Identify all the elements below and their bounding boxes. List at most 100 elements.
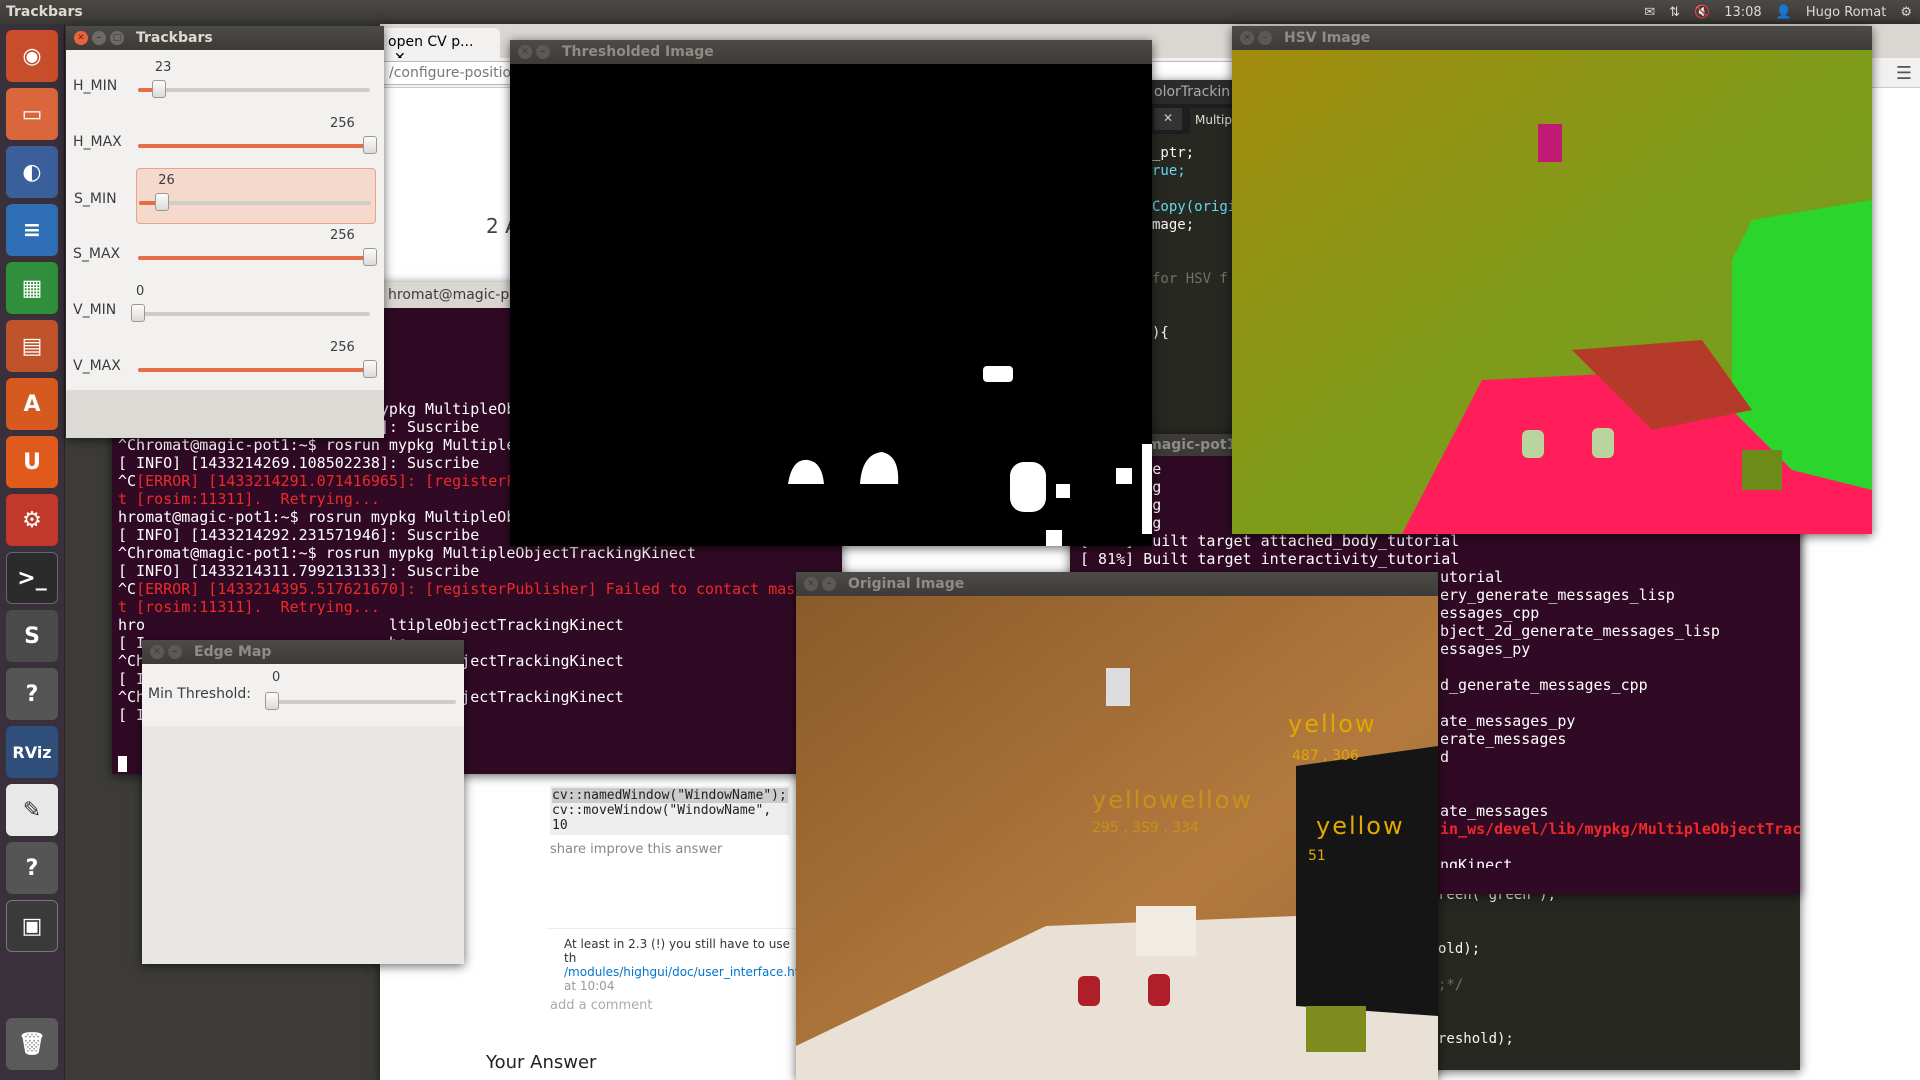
calc-icon[interactable]: ▦ (6, 262, 58, 314)
impress-icon[interactable]: ▤ (6, 320, 58, 372)
browser-tab[interactable]: open CV p... ✕ (380, 28, 500, 66)
window-close-icon[interactable]: ✕ (74, 31, 88, 45)
window-minimize-icon[interactable]: – (92, 31, 106, 45)
unknown-app-icon[interactable]: ? (6, 668, 58, 720)
terminal-icon[interactable]: >_ (6, 552, 58, 604)
system-gear-icon[interactable]: ⚙ (1900, 5, 1912, 20)
slider-h_max[interactable] (138, 136, 377, 154)
slider-s_min[interactable] (139, 193, 371, 211)
detection-label: yellowellow (1092, 786, 1254, 814)
terminal-line: d_generate_messages_cpp (1440, 676, 1648, 694)
ubuntu-one-icon[interactable]: U (6, 436, 58, 488)
trackbars-titlebar[interactable]: ✕ – □ Trackbars (66, 26, 384, 50)
code-line-2: cv::moveWindow("WindowName", 10 (552, 803, 772, 833)
slider-knob[interactable] (363, 248, 377, 266)
original-window: ✕ – Original Image yellow 487 , 306 yellow… (796, 572, 1438, 1080)
rviz-icon[interactable]: RViz (6, 726, 58, 778)
terminal-line: ^Chromat@magic-pot1:~$ rosrun mypkg Mult… (118, 544, 696, 562)
terminal-line: ;*/ (1438, 977, 1464, 993)
original-titlebar[interactable]: ✕ – Original Image (796, 572, 1438, 596)
blob (1046, 530, 1062, 546)
slider-v_max[interactable] (138, 360, 377, 378)
thresholded-titlebar[interactable]: ✕ – Thresholded Image (510, 40, 1152, 64)
detection-label: 487 , 306 (1292, 748, 1359, 764)
settings-icon[interactable]: ⚙ (6, 494, 58, 546)
window-minimize-icon[interactable]: – (168, 645, 182, 659)
slider-knob[interactable] (131, 304, 145, 322)
terminal-line: hro ltipleObjectTrackingKinect (118, 616, 624, 634)
hsv-titlebar[interactable]: ✕ – HSV Image (1232, 26, 1872, 50)
terminal-line: ngKinect (1440, 856, 1513, 868)
firefox-icon[interactable]: ◐ (6, 146, 58, 198)
trackbars-sliders: H_MIN 23 H_MAX 256 S_MIN 26 S_MAX 256 V_MIN 0 V_MA… (66, 50, 384, 390)
slider-h_min[interactable] (138, 80, 370, 98)
menu-icon[interactable]: ☰ (1896, 63, 1912, 84)
volume-icon[interactable]: 🔇 (1694, 5, 1710, 20)
ubuntu-dash-icon[interactable]: ◉ (6, 30, 58, 82)
window-close-icon[interactable]: ✕ (1240, 31, 1254, 45)
edgemap-slider[interactable] (265, 692, 456, 710)
clock[interactable]: 13:08 (1724, 5, 1761, 20)
text-editor-icon[interactable]: ✎ (6, 784, 58, 836)
window-close-icon[interactable]: ✕ (804, 577, 818, 591)
software-center-icon[interactable]: A (6, 378, 58, 430)
slider-v_min[interactable] (131, 304, 370, 322)
tab-close-icon[interactable]: ✕ (1154, 108, 1182, 130)
workspace-switcher-icon[interactable]: ▣ (6, 900, 58, 952)
edgemap-slider-knob[interactable] (265, 692, 279, 710)
user-icon[interactable]: 👤 (1776, 5, 1792, 20)
slider-knob[interactable] (363, 136, 377, 154)
detection-label: yellow (1316, 812, 1405, 840)
original-title: Original Image (848, 576, 965, 592)
slider-knob[interactable] (151, 80, 166, 98)
writer-icon[interactable]: ≡ (6, 204, 58, 256)
slider-s_max[interactable] (138, 248, 377, 266)
unknown-app-icon-2[interactable]: ? (6, 842, 58, 894)
slider-label: S_MIN (74, 191, 117, 207)
terminal-line: erate_messages (1440, 730, 1567, 748)
slider-row-h_min: H_MIN 23 (66, 56, 376, 112)
your-answer-heading: Your Answer (486, 1052, 597, 1073)
window-minimize-icon[interactable]: – (822, 577, 836, 591)
blob (1142, 444, 1152, 534)
detection-label: 295 , 3S9 , 334 (1092, 820, 1199, 836)
comment-link[interactable]: /modules/highgui/doc/user_interface.htm (546, 965, 811, 979)
mail-icon[interactable]: ✉ (1644, 5, 1655, 20)
terminal-line: [ INFO] [1433214311.799213133]: Suscribe (118, 562, 480, 580)
comment-text: At least in 2.3 (!) you still have to us… (564, 937, 790, 965)
window-maximize-icon[interactable]: □ (110, 31, 124, 45)
terminal-line: t [rosim:11311]. Retrying... (118, 598, 380, 616)
network-icon[interactable]: ⇅ (1669, 5, 1680, 20)
trackbars-footer (66, 390, 384, 438)
code-line-1: cv::namedWindow("WindowName"); (552, 788, 788, 803)
user-name[interactable]: Hugo Romat (1806, 5, 1886, 20)
slider-fill (138, 144, 370, 148)
terminal-line: ^C[ERROR] [1433214395.517621670]: [regis… (118, 580, 796, 598)
build-terminal-output-right[interactable]: utorial ery_generate_messages_lisp essages… (1440, 568, 1800, 868)
answer-links[interactable]: share improve this answer (550, 842, 722, 857)
edgemap-title: Edge Map (194, 644, 272, 660)
window-minimize-icon[interactable]: – (536, 45, 550, 59)
comment-time: at 10:04 (564, 979, 615, 993)
slider-knob[interactable] (363, 360, 377, 378)
terminal-line: old); (1438, 941, 1481, 957)
window-close-icon[interactable]: ✕ (150, 645, 164, 659)
sublime-icon[interactable]: S (6, 610, 58, 662)
slider-label: V_MAX (73, 358, 121, 374)
add-comment-link[interactable]: add a comment (550, 998, 652, 1013)
edgemap-value: 0 (272, 670, 281, 685)
slider-label: S_MAX (73, 246, 121, 262)
edgemap-titlebar[interactable]: ✕ – Edge Map (142, 640, 464, 664)
window-minimize-icon[interactable]: – (1258, 31, 1272, 45)
editor-code-lower[interactable]: reen("green"); old); ;*/reshold); (1438, 886, 1556, 1048)
trash-icon[interactable]: 🗑 (6, 1018, 58, 1070)
files-icon[interactable]: ▭ (6, 88, 58, 140)
window-close-icon[interactable]: ✕ (518, 45, 532, 59)
slider-knob[interactable] (155, 193, 170, 211)
